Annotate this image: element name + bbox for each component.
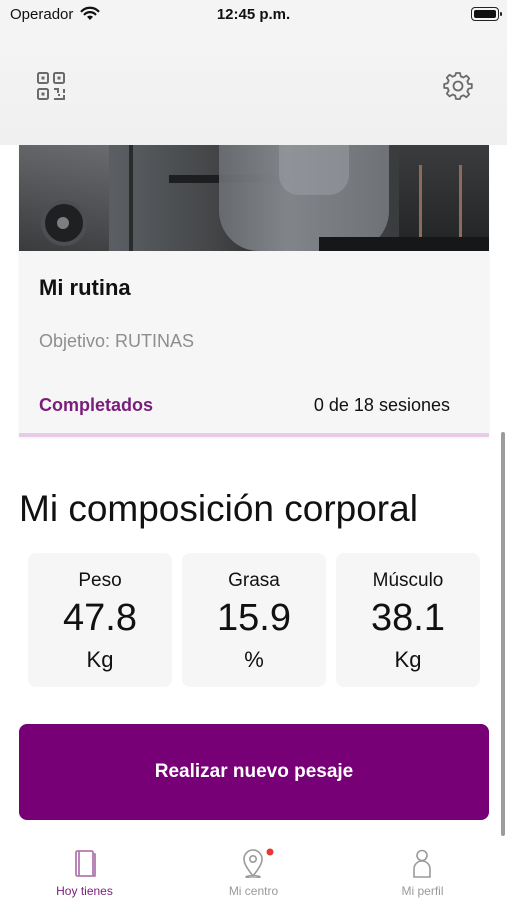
notification-dot <box>266 848 274 856</box>
metric-unit: Kg <box>86 647 114 672</box>
book-icon <box>75 850 96 877</box>
top-header <box>0 30 507 145</box>
card-divider <box>19 433 489 437</box>
metric-value: 47.8 <box>63 597 137 639</box>
status-time: 12:45 p.m. <box>216 6 291 23</box>
metric-value: 38.1 <box>371 597 445 639</box>
person-icon <box>413 849 431 878</box>
metric-unit: Kg <box>394 647 422 672</box>
tab-label: Mi centro <box>228 884 279 898</box>
metric-value: 15.9 <box>217 597 291 639</box>
tab-label: Mi perfil <box>401 884 444 898</box>
qr-code-button[interactable] <box>35 70 67 102</box>
metric-unit: % <box>244 647 264 672</box>
metric-label: Grasa <box>228 570 280 591</box>
tab-mi-centro[interactable]: Mi centro <box>169 836 338 900</box>
progress-label: Completados <box>39 395 154 415</box>
tab-hoy-tienes[interactable]: Hoy tienes <box>0 836 169 900</box>
progress-value: 0 de 18 sesiones <box>313 395 450 415</box>
app-screen: Operador 12:45 p.m. Mi rutina Objetivo: … <box>0 0 507 900</box>
gear-icon <box>443 72 473 100</box>
routine-card[interactable]: Mi rutina Objetivo: RUTINAS Completados … <box>19 145 489 437</box>
scroll-indicator <box>501 432 505 836</box>
tab-bar: Hoy tienes Mi centro Mi perfil <box>0 836 507 900</box>
composition-title: Mi composición corporal <box>19 488 418 529</box>
location-pin-icon <box>243 848 274 878</box>
new-weigh-in-button[interactable]: Realizar nuevo pesaje <box>19 724 489 820</box>
metric-label: Peso <box>78 570 122 591</box>
metric-card-fat: Grasa 15.9 % <box>182 553 326 687</box>
metric-card-muscle: Músculo 38.1 Kg <box>336 553 480 687</box>
tab-label: Hoy tienes <box>56 884 113 898</box>
routine-title: Mi rutina <box>39 275 131 300</box>
settings-button[interactable] <box>442 70 474 102</box>
tab-mi-perfil[interactable]: Mi perfil <box>338 836 507 900</box>
routine-cover-image <box>19 145 489 251</box>
routine-objective: Objetivo: RUTINAS <box>39 331 195 351</box>
qr-code-icon <box>37 72 65 100</box>
metric-label: Músculo <box>372 570 444 591</box>
battery-icon <box>471 7 502 21</box>
status-bar: Operador 12:45 p.m. <box>0 0 507 30</box>
metric-card-weight: Peso 47.8 Kg <box>28 553 172 687</box>
